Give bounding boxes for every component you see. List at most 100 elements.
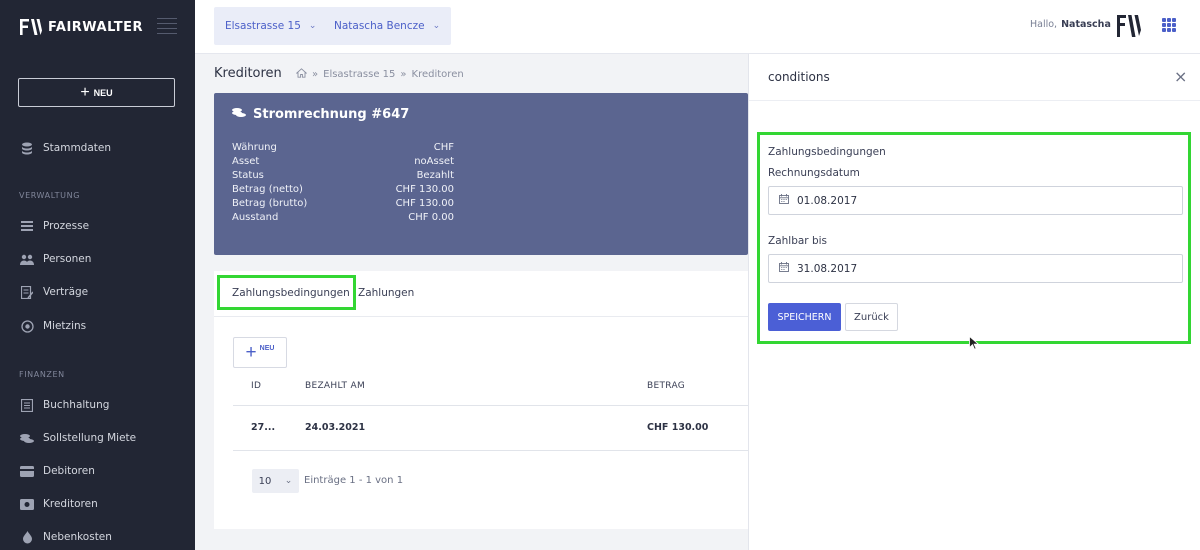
- sidebar-item-stammdaten[interactable]: Stammdaten: [20, 138, 111, 158]
- sidebar-new-label: NEU: [93, 87, 113, 98]
- cell-amount: CHF 130.00: [647, 422, 709, 433]
- sidebar-item-kreditoren[interactable]: Kreditoren: [20, 494, 98, 514]
- greeting-text: Hallo,: [1030, 19, 1058, 30]
- due-date-value: 31.08.2017: [797, 262, 858, 275]
- company-logo-icon[interactable]: [1117, 15, 1141, 37]
- field-value: Bezahlt: [416, 170, 454, 181]
- field-value: CHF 130.00: [395, 184, 454, 195]
- field-label: Währung: [232, 142, 277, 153]
- field-label: Ausstand: [232, 212, 279, 223]
- field-label: Status: [232, 170, 264, 181]
- chevron-down-icon: ⌄: [432, 21, 441, 31]
- save-button[interactable]: SPEICHERN: [768, 303, 841, 331]
- sidebar-item-prozesse[interactable]: Prozesse: [20, 216, 89, 236]
- column-header-id[interactable]: ID: [251, 381, 261, 391]
- pagination-info: Einträge 1 - 1 von 1: [304, 475, 404, 486]
- tab-zahlungen[interactable]: Zahlungen: [358, 287, 414, 299]
- breadcrumb-item-property[interactable]: Elsastrasse 15: [323, 69, 395, 80]
- field-label: Betrag (brutto): [232, 198, 308, 209]
- nav-section-finanzen: FINANZEN: [19, 370, 65, 379]
- field-label: Betrag (netto): [232, 184, 303, 195]
- sidebar-item-debitoren[interactable]: Debitoren: [20, 461, 95, 481]
- page-title: Kreditoren: [214, 66, 282, 81]
- invoice-date-input[interactable]: 01.08.2017: [768, 186, 1183, 215]
- person-selector[interactable]: Natascha Bencze ⌄: [323, 7, 452, 45]
- top-header: Elsastrasse 15 ⌄ Natascha Bencze ⌄ Hallo…: [195, 0, 1200, 54]
- sidebar-item-nebenkosten[interactable]: Nebenkosten: [20, 527, 112, 547]
- invoice-date-value: 01.08.2017: [797, 194, 858, 207]
- breadcrumb-separator: »: [312, 69, 319, 80]
- sidebar-item-vertraege[interactable]: Verträge: [20, 282, 88, 302]
- property-selector-label: Elsastrasse 15: [225, 20, 301, 32]
- sidebar-item-mietzins[interactable]: Mietzins: [20, 316, 86, 336]
- invoice-title-row: Stromrechnung #647: [232, 107, 409, 122]
- sidebar-item-label: Buchhaltung: [43, 399, 110, 411]
- sidebar-item-label: Kreditoren: [43, 498, 98, 510]
- debtor-icon: [20, 464, 34, 478]
- field-value: CHF: [433, 142, 454, 153]
- add-payment-button[interactable]: + NEU: [233, 337, 287, 368]
- back-button[interactable]: Zurück: [845, 303, 898, 331]
- tab-bar: Zahlungsbedingungen Zahlungen: [214, 271, 748, 317]
- column-header-paid-at[interactable]: BEZAHLT AM: [305, 381, 365, 391]
- invoice-field-currency: Währung CHF: [232, 142, 454, 153]
- close-icon[interactable]: ×: [1174, 69, 1187, 85]
- sidebar-item-buchhaltung[interactable]: Buchhaltung: [20, 395, 109, 415]
- page-size-select[interactable]: 10 ⌄: [252, 469, 299, 493]
- form-section-title: Zahlungsbedingungen: [768, 146, 886, 158]
- process-icon: [20, 219, 34, 233]
- column-header-amount[interactable]: BETRAG: [647, 381, 685, 391]
- user-greeting: Hallo, Natascha: [1030, 19, 1111, 30]
- invoice-date-label: Rechnungsdatum: [768, 167, 860, 179]
- tab-zahlungsbedingungen[interactable]: Zahlungsbedingungen: [232, 287, 350, 299]
- add-payment-label: NEU: [259, 345, 275, 352]
- sidebar-item-personen[interactable]: Personen: [20, 249, 91, 269]
- fairwalter-logo-icon: [20, 19, 42, 35]
- table-header-divider: [233, 405, 748, 406]
- coins-icon: [20, 431, 34, 445]
- nav-section-verwaltung: VERWALTUNG: [19, 191, 80, 200]
- invoice-field-asset: Asset noAsset: [232, 156, 454, 167]
- database-icon: [20, 141, 34, 155]
- user-name: Natascha: [1061, 19, 1111, 30]
- plus-icon: +: [80, 83, 90, 101]
- apps-grid-icon[interactable]: [1162, 18, 1176, 32]
- sidebar-collapse-icon[interactable]: [157, 18, 177, 34]
- property-selector[interactable]: Elsastrasse 15 ⌄: [214, 7, 328, 45]
- contract-icon: [20, 285, 34, 299]
- brand-logo[interactable]: FAIRWALTER: [20, 17, 143, 37]
- sidebar: FAIRWALTER + NEU Stammdaten VERWALTUNG P…: [0, 0, 195, 550]
- payments-panel: Zahlungsbedingungen Zahlungen + NEU ID B…: [214, 271, 748, 529]
- calendar-icon: [779, 262, 789, 275]
- invoice-title: Stromrechnung #647: [253, 107, 410, 122]
- breadcrumb: » Elsastrasse 15 » Kreditoren: [295, 68, 464, 81]
- field-value: CHF 0.00: [408, 212, 454, 223]
- mouse-cursor-icon: [969, 335, 980, 353]
- sidebar-new-button[interactable]: + NEU: [18, 78, 175, 107]
- invoice-field-net-amount: Betrag (netto) CHF 130.00: [232, 184, 454, 195]
- ledger-icon: [20, 398, 34, 412]
- invoice-field-status: Status Bezahlt: [232, 170, 454, 181]
- invoice-field-gross-amount: Betrag (brutto) CHF 130.00: [232, 198, 454, 209]
- due-date-input[interactable]: 31.08.2017: [768, 254, 1183, 283]
- chevron-down-icon: ⌄: [284, 476, 293, 486]
- conditions-drawer: conditions × Zahlungsbedingungen Rechnun…: [748, 54, 1200, 550]
- cell-paid-at: 24.03.2021: [305, 422, 366, 433]
- sidebar-item-sollstellung-miete[interactable]: Sollstellung Miete: [20, 428, 136, 448]
- cell-id: 27...: [251, 422, 276, 433]
- drawer-title: conditions: [768, 70, 830, 84]
- calendar-icon: [779, 194, 789, 207]
- invoice-summary-card: Stromrechnung #647 Währung CHF Asset noAss…: [214, 93, 748, 255]
- home-icon[interactable]: [295, 68, 308, 81]
- plus-icon: +: [245, 342, 257, 363]
- rent-icon: [20, 319, 34, 333]
- invoice-field-outstanding: Ausstand CHF 0.00: [232, 212, 454, 223]
- utility-icon: [20, 530, 34, 544]
- brand-name: FAIRWALTER: [48, 19, 144, 35]
- sidebar-item-label: Sollstellung Miete: [43, 432, 137, 444]
- people-icon: [20, 252, 34, 266]
- coins-icon: [232, 107, 246, 122]
- sidebar-item-label: Verträge: [43, 286, 89, 298]
- field-value: noAsset: [414, 156, 454, 167]
- person-selector-label: Natascha Bencze: [334, 20, 425, 32]
